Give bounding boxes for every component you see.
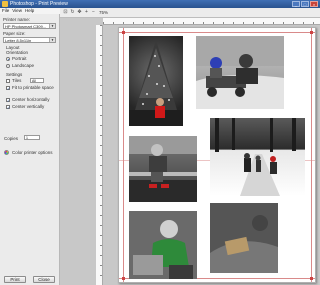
- app-icon: [2, 1, 8, 7]
- printer-name-label: Printer name:: [3, 17, 31, 22]
- photo-boy-steps[interactable]: [129, 136, 197, 202]
- tiles-field[interactable]: All: [30, 78, 44, 83]
- portrait-radio[interactable]: [6, 57, 10, 61]
- zoom-level[interactable]: 75%: [99, 10, 108, 15]
- close-icon[interactable]: ×: [310, 1, 318, 7]
- margin-guide-left[interactable]: [123, 28, 124, 282]
- print-settings-panel: Printer name: HP Photosmart C309... ▼ Pa…: [0, 14, 60, 285]
- center-vertically-label: Center vertically: [12, 104, 45, 109]
- tree-graphic: [129, 40, 183, 126]
- photo-gift[interactable]: [210, 203, 278, 273]
- photo-boy-green[interactable]: [129, 211, 197, 279]
- chevron-down-icon[interactable]: ▼: [49, 24, 55, 28]
- orientation-label: Orientation: [6, 50, 29, 55]
- margin-guide-top[interactable]: [119, 32, 315, 33]
- zoom-out-icon[interactable]: −: [91, 10, 96, 15]
- move-icon[interactable]: ✥: [77, 10, 82, 15]
- title-bar: Photoshop - Print Preview _ □ ×: [0, 0, 320, 8]
- corner-handle[interactable]: [310, 31, 313, 34]
- fit-label: Fit to printable space: [12, 85, 54, 90]
- window-title: Photoshop - Print Preview: [10, 1, 68, 7]
- corner-handle[interactable]: [122, 31, 125, 34]
- snow-graphic: [215, 118, 296, 196]
- paper-size-select[interactable]: Letter 8.5x11in ▼: [3, 37, 56, 43]
- green-boy-graphic: [129, 211, 197, 279]
- corner-handle[interactable]: [122, 277, 125, 280]
- print-page: [118, 27, 316, 283]
- printer-select-value: HP Photosmart C309...: [5, 24, 47, 29]
- center-horizontally-checkbox[interactable]: ✓: [6, 98, 10, 103]
- landscape-radio[interactable]: [6, 64, 10, 68]
- printer-select[interactable]: HP Photosmart C309... ▼: [3, 23, 56, 29]
- boy-graphic: [129, 136, 197, 202]
- color-options-label[interactable]: Color printer options: [12, 150, 53, 155]
- portrait-label: Portrait: [12, 56, 27, 61]
- paper-size-value: Letter 8.5x11in: [5, 38, 32, 43]
- photo-christmas-tree[interactable]: [129, 36, 183, 126]
- rotate-icon[interactable]: ↻: [70, 10, 75, 15]
- corner-handle[interactable]: [310, 277, 313, 280]
- tiles-checkbox[interactable]: [6, 79, 10, 83]
- gift-graphic: [210, 203, 278, 273]
- zoom-in-icon[interactable]: +: [84, 10, 89, 15]
- horizontal-ruler: [103, 18, 320, 25]
- center-horizontally-label: Center horizontally: [12, 97, 50, 102]
- center-vertically-checkbox[interactable]: ✓: [6, 105, 10, 110]
- vertical-ruler: [96, 25, 103, 285]
- fit-page-icon[interactable]: ⊡: [63, 10, 68, 15]
- maximize-icon[interactable]: □: [301, 1, 309, 7]
- copies-field[interactable]: 1: [24, 135, 40, 140]
- settings-label: Settings: [6, 72, 23, 77]
- landscape-label: Landscape: [12, 63, 35, 68]
- close-button[interactable]: Close: [33, 276, 55, 283]
- preview-toolbar: ⊡ ↻ ✥ + − 75%: [60, 8, 320, 18]
- fit-checkbox[interactable]: ✓: [6, 86, 10, 91]
- chevron-down-icon[interactable]: ▼: [49, 38, 55, 42]
- copies-label: Copies: [4, 136, 19, 141]
- photo-snow-walk[interactable]: [210, 118, 305, 196]
- print-button[interactable]: Print: [4, 276, 26, 283]
- sled-graphic: [196, 36, 284, 109]
- tiles-label: Tiles: [12, 78, 22, 83]
- minimize-icon[interactable]: _: [292, 1, 300, 7]
- margin-guide-right[interactable]: [311, 28, 312, 282]
- color-wheel-icon[interactable]: [4, 150, 9, 155]
- photo-sled[interactable]: [196, 36, 284, 109]
- paper-size-label: Paper size:: [3, 31, 26, 36]
